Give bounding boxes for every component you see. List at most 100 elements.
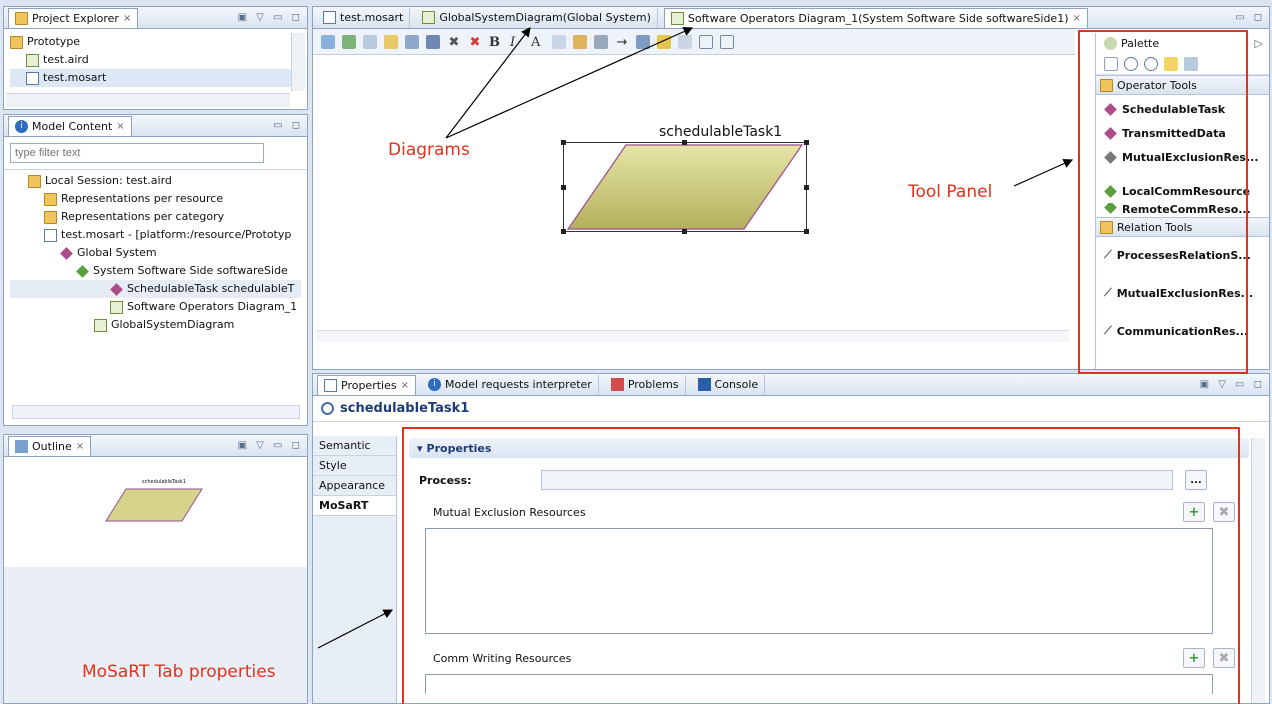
resize-handle[interactable] [804,140,809,145]
add-button[interactable]: + [1183,502,1205,522]
tab-software-operators-diagram[interactable]: Software Operators Diagram_1(System Soft… [663,7,1088,28]
palette-item-mutual-exclusion-resource[interactable]: MutualExclusionRes... [1096,145,1269,169]
tab-model-requests-interpreter[interactable]: i Model requests interpreter [422,374,599,395]
window-controls-icon[interactable]: ▣ ▽ ▭ ◻ [238,12,303,23]
resize-handle[interactable] [561,229,566,234]
section-header-properties[interactable]: ▾ Properties [409,438,1249,458]
export-icon[interactable] [363,34,377,49]
process-field[interactable] [541,470,1173,490]
tab-console[interactable]: Console [692,374,766,395]
zoom-in-icon[interactable] [1124,56,1138,71]
palette-item-communication-relation[interactable]: ⟋ CommunicationRes... [1096,319,1269,343]
layout-icon[interactable] [636,34,650,49]
grid-icon[interactable] [699,34,713,49]
remove-button[interactable]: ✖ [1213,648,1235,668]
side-tab-semantic[interactable]: Semantic [313,436,396,456]
resize-handle[interactable] [804,229,809,234]
bold-icon[interactable]: B [489,35,503,50]
window-controls-icon[interactable]: ▭ ◻ [1235,12,1265,23]
copy-format-icon[interactable] [678,34,692,49]
diamond-icon [1104,126,1117,140]
delete-icon[interactable]: ✖ [447,35,461,50]
tree-item[interactable]: Local Session: test.aird [10,172,301,190]
tree-item[interactable]: Software Operators Diagram_1 [10,298,301,316]
scrollbar-horizontal[interactable] [12,405,300,419]
scrollbar-horizontal[interactable] [317,330,1069,342]
palette-item-processes-relation[interactable]: ⟋ ProcessesRelationS... [1096,243,1269,267]
tree-item-test-mosart[interactable]: test.mosart [10,69,301,87]
window-controls-icon[interactable]: ▣ ▽ ▭ ◻ [1200,379,1265,390]
fill-color-icon[interactable] [573,34,587,49]
close-icon[interactable]: × [123,13,131,24]
mutual-exclusion-list[interactable] [425,528,1213,634]
palette-item-mutual-exclusion-relation[interactable]: ⟋ MutualExclusionRes... [1096,281,1269,305]
palette-item-remote-comm-resource[interactable]: RemoteCommReso... [1096,203,1269,217]
add-button[interactable]: + [1183,648,1205,668]
comm-writing-list[interactable] [425,674,1213,694]
note-icon[interactable] [1164,56,1178,71]
tree-item[interactable]: System Software Side softwareSide [10,262,301,280]
side-tab-style[interactable]: Style [313,456,396,476]
scrollbar-vertical[interactable] [1251,438,1265,703]
label-icon[interactable] [426,34,440,49]
outline-thumbnail[interactable]: schedulableTask1 [4,457,307,567]
scrollbar-horizontal[interactable] [6,93,290,107]
tree-item[interactable]: test.mosart - [platform:/resource/Protot… [10,226,301,244]
zoom-page-icon[interactable] [720,34,734,49]
close-icon[interactable]: × [116,121,124,132]
close-icon[interactable]: × [76,441,84,452]
link-icon[interactable] [405,34,419,49]
side-tab-mosart[interactable]: MoSaRT [313,496,396,516]
diagram-node-schedulable-task[interactable] [561,140,809,234]
window-controls-icon[interactable]: ▣ ▽ ▭ ◻ [238,440,303,451]
remove-button[interactable]: ✖ [1213,502,1235,522]
tab-project-explorer[interactable]: Project Explorer × [8,7,139,28]
font-color-icon[interactable]: A [531,35,545,50]
mosart-file-icon [323,11,336,24]
resize-handle[interactable] [561,185,566,190]
refresh-icon[interactable] [384,34,398,49]
select-icon[interactable] [321,34,335,49]
tab-properties[interactable]: Properties × [317,374,416,395]
zoom-out-icon[interactable] [1144,56,1158,71]
pin-icon[interactable] [657,34,671,49]
resize-handle[interactable] [804,185,809,190]
tab-global-system-diagram[interactable]: GlobalSystemDiagram(Global System) [416,7,658,28]
italic-icon[interactable]: I [510,35,524,50]
arrow-icon[interactable]: → [615,35,629,50]
tree-item[interactable]: GlobalSystemDiagram [10,316,301,334]
note-attachment-icon[interactable] [1184,56,1198,71]
pointer-icon[interactable] [1104,56,1118,71]
tree-item-test-aird[interactable]: test.aird [10,51,301,69]
close-icon[interactable]: × [401,380,409,391]
palette-group-relation-tools[interactable]: Relation Tools [1096,217,1269,237]
close-icon[interactable]: × [1072,13,1080,24]
resize-handle[interactable] [682,229,687,234]
tab-outline[interactable]: Outline × [8,435,92,456]
tree-item[interactable]: Representations per resource [10,190,301,208]
collapse-icon[interactable]: ▷ [1255,37,1263,50]
font-style-icon[interactable] [552,34,566,49]
tab-test-mosart[interactable]: test.mosart [317,7,411,28]
palette-item-transmitted-data[interactable]: TransmittedData [1096,121,1269,145]
scrollbar-vertical[interactable] [291,33,305,91]
relation-tool-icon: ⟋ [1104,248,1112,261]
arrange-icon[interactable] [342,34,356,49]
resize-handle[interactable] [682,140,687,145]
tree-item-prototype[interactable]: Prototype [10,33,301,51]
side-tab-appearance[interactable]: Appearance [313,476,396,496]
tab-model-content[interactable]: i Model Content × [8,115,132,136]
resize-handle[interactable] [561,140,566,145]
browse-button[interactable]: ... [1185,470,1207,490]
palette-item-local-comm-resource[interactable]: LocalCommResource [1096,179,1269,203]
tab-problems[interactable]: Problems [605,374,686,395]
delete-from-model-icon[interactable]: ✖ [468,35,482,50]
line-color-icon[interactable] [594,34,608,49]
palette-group-operator-tools[interactable]: Operator Tools [1096,75,1269,95]
tree-item[interactable]: Representations per category [10,208,301,226]
palette-item-schedulable-task[interactable]: SchedulableTask [1096,97,1269,121]
tree-item[interactable]: SchedulableTask schedulableT [10,280,301,298]
window-controls-icon[interactable]: ▭ ◻ [273,120,303,131]
filter-input[interactable] [10,143,264,163]
tree-item[interactable]: Global System [10,244,301,262]
